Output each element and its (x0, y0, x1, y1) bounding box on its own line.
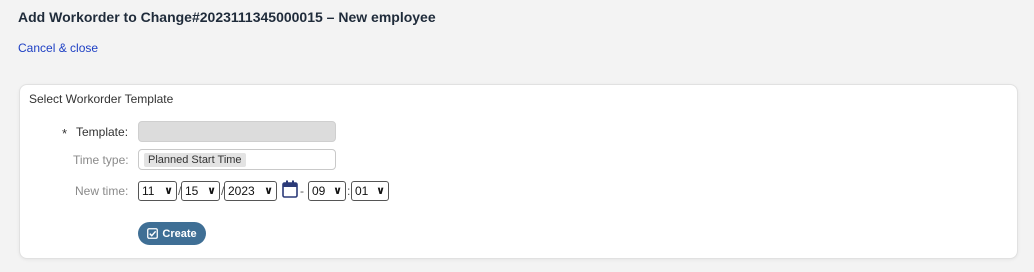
cancel-close-link[interactable]: Cancel & close (18, 41, 98, 55)
time-type-field[interactable]: Planned Start Time (138, 149, 336, 170)
select-template-panel: Select Workorder Template * Template: Ti… (19, 84, 1018, 259)
chevron-down-icon: ∨ (376, 185, 385, 197)
required-star: * (62, 126, 68, 141)
minute-select[interactable]: 01 ∨ (351, 181, 389, 201)
month-value: 11 (142, 184, 155, 198)
chevron-down-icon: ∨ (207, 185, 216, 197)
checkbox-check-icon (147, 228, 159, 239)
time-type-chip: Planned Start Time (144, 153, 246, 167)
chevron-down-icon: ∨ (164, 185, 173, 197)
new-time-label: New time: (75, 184, 129, 198)
day-value: 15 (185, 184, 199, 198)
page-title: Add Workorder to Change#2023111345000015… (18, 9, 436, 25)
hour-minute-separator: : (347, 184, 351, 198)
hour-select[interactable]: 09 ∨ (308, 181, 346, 201)
create-button[interactable]: Create (138, 222, 206, 245)
panel-title: Select Workorder Template (29, 92, 174, 106)
template-input[interactable] (138, 121, 336, 142)
time-separator: - (300, 184, 304, 198)
month-select[interactable]: 11 ∨ (138, 181, 177, 201)
minute-value: 01 (355, 184, 369, 198)
time-type-label: Time type: (73, 153, 129, 167)
calendar-icon[interactable] (282, 180, 298, 198)
year-value: 2023 (228, 184, 255, 198)
create-label: Create (162, 227, 197, 240)
year-select[interactable]: 2023 ∨ (224, 181, 277, 201)
template-label: Template: (76, 125, 129, 139)
chevron-down-icon: ∨ (264, 185, 273, 197)
day-select[interactable]: 15 ∨ (181, 181, 220, 201)
chevron-down-icon: ∨ (333, 185, 342, 197)
hour-value: 09 (312, 184, 326, 198)
